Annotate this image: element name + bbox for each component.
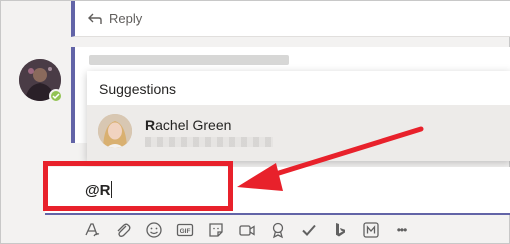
presence-available-icon	[49, 89, 63, 103]
approvals-icon[interactable]	[298, 220, 319, 241]
format-icon[interactable]	[81, 220, 102, 241]
suggestion-name-rest: achel Green	[155, 117, 232, 133]
suggestion-item-rachel-green[interactable]: Rachel Green	[87, 105, 510, 161]
suggestion-name: Rachel Green	[145, 117, 231, 133]
sticker-icon[interactable]	[205, 220, 226, 241]
bing-icon[interactable]	[329, 220, 350, 241]
praise-icon[interactable]	[267, 220, 288, 241]
reply-link[interactable]: Reply	[87, 11, 142, 26]
message-header-blurred	[89, 55, 289, 65]
suggestion-name-match: R	[145, 117, 156, 133]
meet-now-icon[interactable]	[236, 220, 257, 241]
reply-label: Reply	[109, 11, 143, 26]
annotation-highlight-box	[43, 161, 233, 211]
emoji-icon[interactable]	[143, 220, 164, 241]
mention-suggestions-popup: Suggestions Rachel Green	[87, 71, 510, 161]
suggestion-avatar	[98, 114, 132, 148]
attach-icon[interactable]	[112, 220, 133, 241]
more-options-icon[interactable]: •••	[391, 220, 412, 241]
reply-arrow-icon	[88, 13, 102, 24]
suggestion-detail-blurred	[145, 137, 273, 147]
compose-toolbar: GIF •••	[81, 217, 412, 243]
suggestions-title: Suggestions	[99, 81, 177, 97]
gif-icon[interactable]: GIF	[174, 220, 195, 241]
app-icon[interactable]	[360, 220, 381, 241]
svg-text:GIF: GIF	[179, 228, 190, 235]
